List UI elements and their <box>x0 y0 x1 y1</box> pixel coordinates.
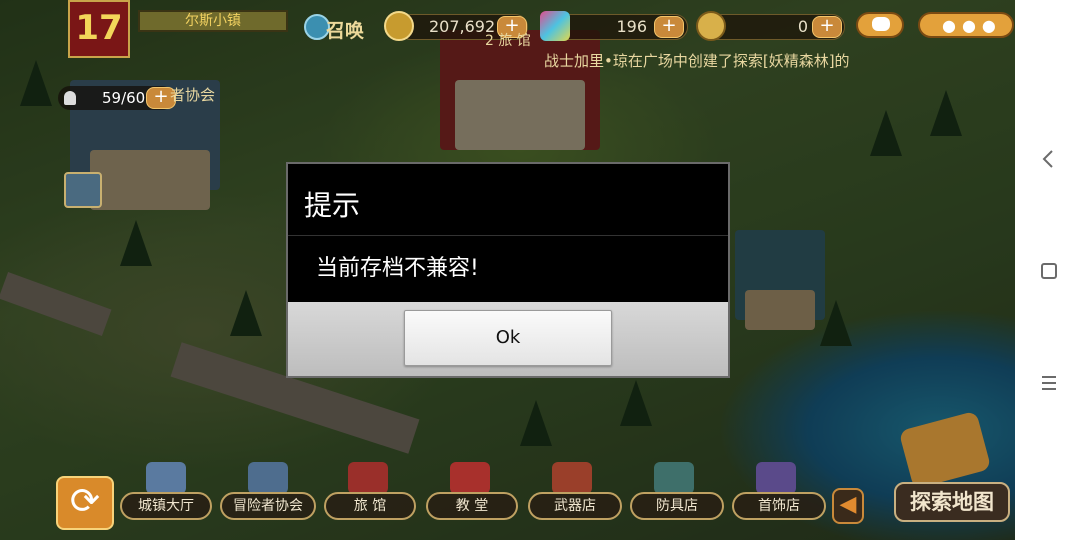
weapon-shop-icon <box>552 462 592 494</box>
person-icon <box>64 91 76 105</box>
armor-shop-icon <box>654 462 694 494</box>
jewelry-shop-icon <box>756 462 796 494</box>
menu-icon[interactable] <box>1038 372 1060 394</box>
player-level-badge: 17 <box>68 0 130 58</box>
chat-icon <box>872 17 890 31</box>
church-icon <box>450 462 490 494</box>
weapon-shop-button[interactable]: 武器店 <box>528 492 622 520</box>
adventurer-guild-button[interactable]: 冒险者协会 <box>220 492 316 520</box>
gem-icon <box>540 11 570 41</box>
dialog-message: 当前存档不兼容! <box>316 256 479 281</box>
side-quest-icon[interactable] <box>64 172 102 208</box>
news-ticker: 战士加里•琼在广场中创建了探索[妖精森林]的 <box>544 52 850 70</box>
jewelry-shop-button[interactable]: 首饰店 <box>732 492 826 520</box>
arrow-left-icon: ◀ <box>839 492 857 517</box>
church-button[interactable]: 教 堂 <box>426 492 518 520</box>
town-hall-icon <box>146 462 186 494</box>
map-label-inn: 2 旅 馆 <box>485 33 531 49</box>
dialog-divider <box>288 235 728 236</box>
gold-coin-icon <box>384 11 414 41</box>
explore-map-button[interactable]: 探索地图 <box>894 482 1010 522</box>
cycle-view-button[interactable]: ⟳ <box>56 476 114 530</box>
chat-button[interactable] <box>856 12 904 38</box>
back-icon[interactable] <box>1038 148 1060 170</box>
guild-icon <box>248 462 288 494</box>
inn-icon <box>348 462 388 494</box>
more-menu-button[interactable]: ●●● <box>918 12 1014 38</box>
gem-value: 196 <box>616 17 647 36</box>
key-icon <box>696 11 726 41</box>
alert-dialog: 提示 当前存档不兼容! Ok <box>286 162 730 378</box>
refresh-icon: ⟳ <box>69 481 101 522</box>
add-gem-button[interactable]: + <box>654 16 684 38</box>
key-value: 0 <box>797 17 808 36</box>
town-name: 尔斯小镇 <box>138 10 288 32</box>
population-value: 59/60 <box>102 89 146 107</box>
more-dots-icon: ●●● <box>942 16 1002 35</box>
scroll-left-button[interactable]: ◀ <box>832 488 864 524</box>
home-icon[interactable] <box>1038 260 1060 282</box>
ok-button[interactable]: Ok <box>404 310 612 366</box>
map-label-guild: 者协会 <box>170 86 216 104</box>
summon-label[interactable]: 召唤 <box>326 16 364 43</box>
add-key-button[interactable]: + <box>812 16 842 38</box>
inn-button[interactable]: 旅 馆 <box>324 492 416 520</box>
town-hall-button[interactable]: 城镇大厅 <box>120 492 212 520</box>
dialog-title: 提示 <box>304 189 361 222</box>
dialog-button-bar: Ok <box>288 302 728 376</box>
armor-shop-button[interactable]: 防具店 <box>630 492 724 520</box>
